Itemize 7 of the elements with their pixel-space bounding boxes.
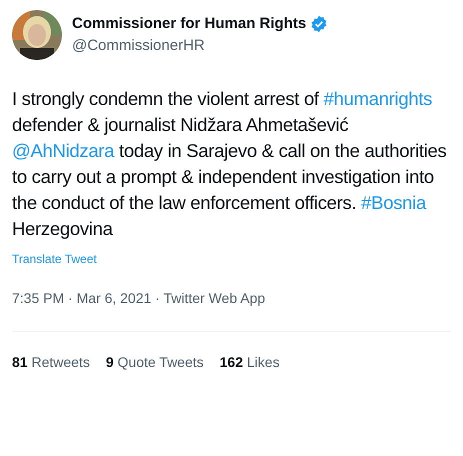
engagement-stat[interactable]: 9 Quote Tweets bbox=[106, 352, 204, 373]
tweet-timestamp: 7:35 PM · Mar 6, 2021 · Twitter Web App bbox=[12, 289, 266, 308]
author-name[interactable]: Commissioner for Human Rights bbox=[72, 12, 306, 35]
engagement-stat[interactable]: 162 Likes bbox=[220, 352, 280, 373]
author-handle[interactable]: @CommissionerHR bbox=[72, 35, 328, 58]
engagement-stat[interactable]: 81 Retweets bbox=[12, 352, 90, 373]
tweet-text: I strongly condemn the violent arrest of #humanrights defender & journalist Nidžara Ahmetašević @AhNidzara today in Sarajevo & call on the authorities to carry out a prompt & independent investigation into the conduct of the law enforcement officers. #Bosnia Herzegovina bbox=[12, 87, 448, 241]
